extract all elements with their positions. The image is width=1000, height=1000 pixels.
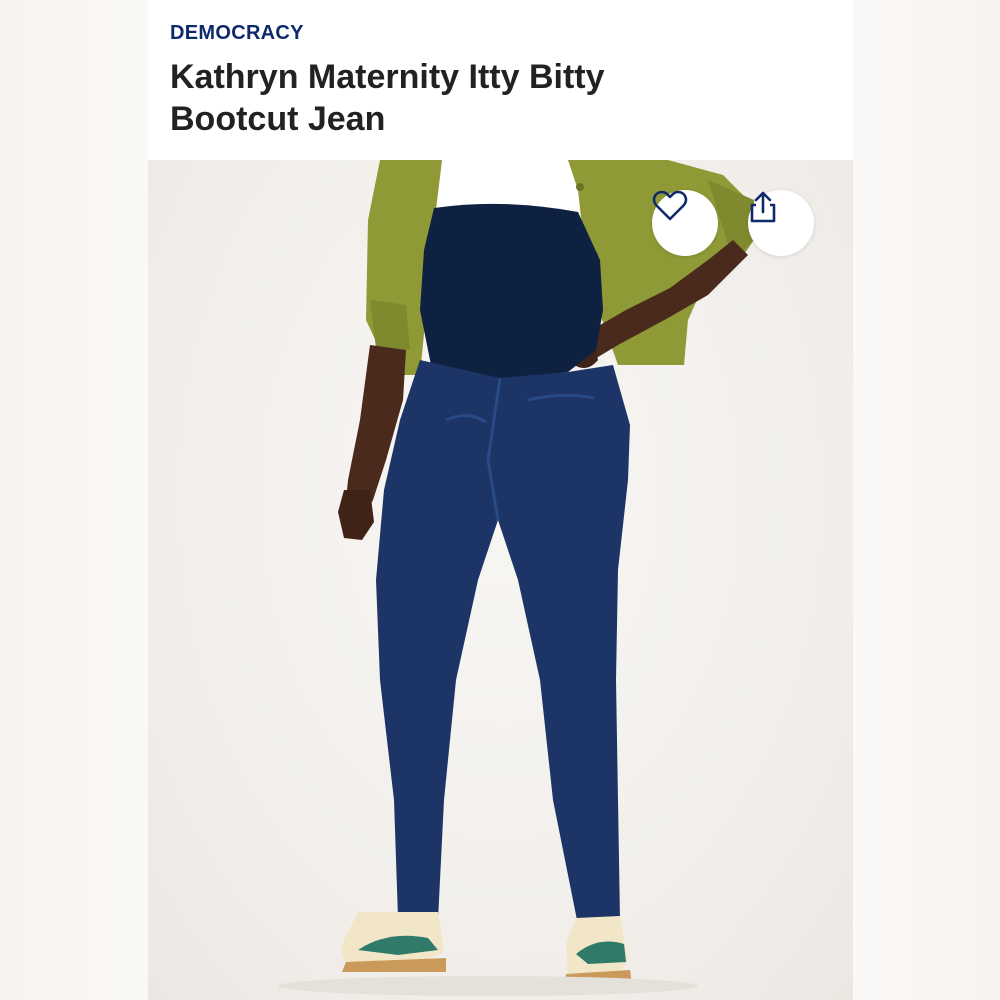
product-page: DEMOCRACY Kathryn Maternity Itty Bitty B… xyxy=(148,0,853,1000)
product-header: DEMOCRACY Kathryn Maternity Itty Bitty B… xyxy=(148,0,853,160)
brand-name[interactable]: DEMOCRACY xyxy=(170,22,304,45)
favorite-button[interactable] xyxy=(652,190,718,256)
share-button[interactable] xyxy=(748,190,814,256)
product-title: Kathryn Maternity Itty Bitty Bootcut Jea… xyxy=(170,58,605,138)
product-photo[interactable] xyxy=(148,160,853,1000)
model-illustration xyxy=(278,160,754,996)
